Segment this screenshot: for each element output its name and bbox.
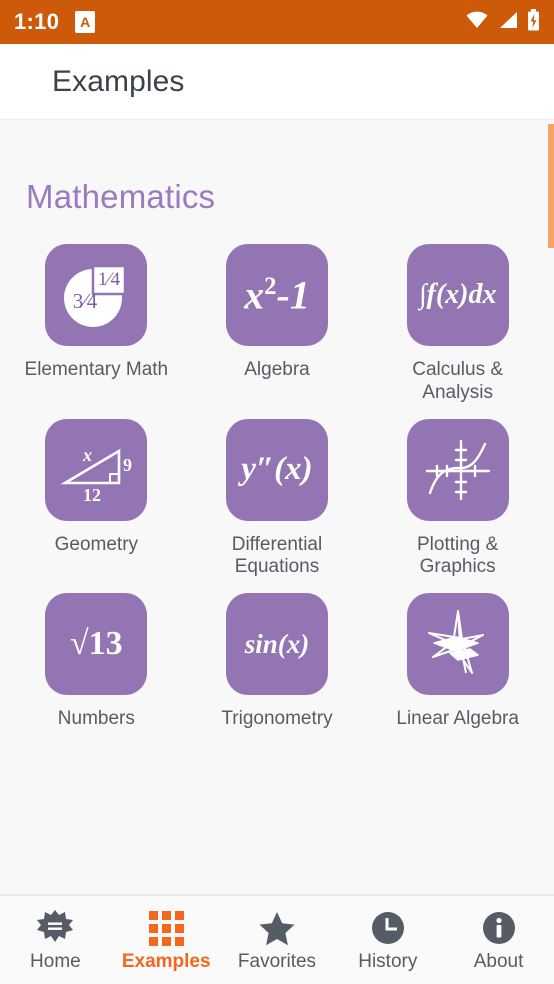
- nav-tab-favorites[interactable]: Favorites: [222, 909, 333, 971]
- example-tile-label: Calculus & Analysis: [412, 359, 504, 403]
- wolfram-spikey-icon: [36, 909, 74, 947]
- example-tile-label: Trigonometry: [221, 708, 333, 730]
- vertical-scrollbar[interactable]: [548, 124, 554, 248]
- plot-axes-curve-icon: [406, 418, 509, 521]
- example-tile-plotting-graphics[interactable]: Plotting & Graphics: [367, 418, 548, 580]
- nav-tab-label: Home: [30, 951, 81, 972]
- nav-tab-about[interactable]: About: [443, 909, 554, 971]
- nav-tab-examples[interactable]: Examples: [111, 909, 222, 971]
- example-tile-label: Algebra: [244, 359, 310, 380]
- example-tile-label: Differential Equations: [231, 533, 323, 578]
- trig-glyph: sin(x): [244, 628, 310, 659]
- nav-tab-history[interactable]: History: [332, 909, 443, 971]
- nav-tab-home[interactable]: Home: [0, 909, 111, 971]
- x-squared-minus-one-icon: x2-1: [225, 244, 328, 346]
- square-root-icon: √13: [45, 593, 148, 696]
- svg-text:3⁄4: 3⁄4: [73, 289, 98, 313]
- clock-icon: [370, 909, 406, 947]
- second-derivative-icon: y″(x): [225, 418, 328, 521]
- nav-tab-label: Favorites: [237, 951, 317, 972]
- star-icon: [258, 909, 296, 947]
- info-icon: [481, 909, 517, 947]
- example-tile-label: Elementary Math: [24, 359, 169, 380]
- algebra-glyph: x2-1: [244, 272, 310, 318]
- status-bar-time: 1:10: [14, 9, 60, 34]
- examples-scroll-area[interactable]: Mathematics 1⁄4 3⁄4 Elementary Math x2-1: [0, 120, 554, 895]
- svg-text:9: 9: [123, 455, 132, 475]
- wifi-icon: [465, 11, 489, 34]
- integral-icon: ∫f(x)dx: [406, 244, 509, 346]
- diffeq-glyph: y″(x): [241, 451, 313, 488]
- example-tile-differential-equations[interactable]: y″(x) Differential Equations: [187, 418, 368, 580]
- status-bar-icons: [465, 8, 540, 36]
- example-tile-elementary-math[interactable]: 1⁄4 3⁄4 Elementary Math: [6, 244, 187, 405]
- example-tile-calculus-analysis[interactable]: ∫f(x)dx Calculus & Analysis: [367, 244, 548, 405]
- pie-fraction-icon: 1⁄4 3⁄4: [45, 244, 148, 346]
- svg-text:1⁄4: 1⁄4: [98, 269, 121, 290]
- example-tile-geometry[interactable]: x 9 12 Geometry: [6, 418, 187, 580]
- page-title: Examples: [52, 64, 185, 98]
- examples-grid: 1⁄4 3⁄4 Elementary Math x2-1 Algebra ∫f(…: [0, 216, 554, 731]
- example-tile-label: Numbers: [57, 708, 135, 730]
- nav-tab-label: About: [473, 951, 524, 972]
- example-tile-label: Geometry: [54, 533, 139, 555]
- app-bar: Examples: [0, 44, 554, 120]
- svg-text:x: x: [82, 445, 92, 465]
- nav-tab-label: History: [358, 951, 418, 972]
- battery-charging-icon: [527, 8, 540, 36]
- example-tile-trigonometry[interactable]: sin(x) Trigonometry: [187, 593, 368, 731]
- right-triangle-icon: x 9 12: [45, 418, 148, 521]
- sine-function-icon: sin(x): [225, 593, 328, 696]
- example-tile-label: Linear Algebra: [396, 708, 519, 730]
- bottom-navigation-bar: Home Examples Favorites History About: [0, 895, 554, 984]
- calculus-glyph: ∫f(x)dx: [418, 279, 497, 310]
- app-notification-icon: A: [75, 11, 96, 33]
- app-notification-icon-letter: A: [80, 14, 91, 30]
- status-bar: 1:10 A: [0, 0, 554, 44]
- example-tile-linear-algebra[interactable]: Linear Algebra: [367, 593, 548, 731]
- numbers-glyph: √13: [69, 625, 123, 663]
- nav-tab-label: Examples: [121, 951, 211, 972]
- example-tile-numbers[interactable]: √13 Numbers: [6, 593, 187, 731]
- cellular-signal-icon: [498, 11, 518, 34]
- grid-icon: [148, 909, 184, 947]
- section-heading-mathematics: Mathematics: [26, 178, 216, 215]
- example-tile-algebra[interactable]: x2-1 Algebra: [187, 244, 368, 405]
- svg-text:12: 12: [83, 485, 101, 505]
- vector-plane-icon: [406, 593, 509, 696]
- app-screen: 1:10 A Examples Mathematics 1⁄4 3⁄4 Elem…: [0, 0, 554, 984]
- example-tile-label: Plotting & Graphics: [416, 533, 499, 578]
